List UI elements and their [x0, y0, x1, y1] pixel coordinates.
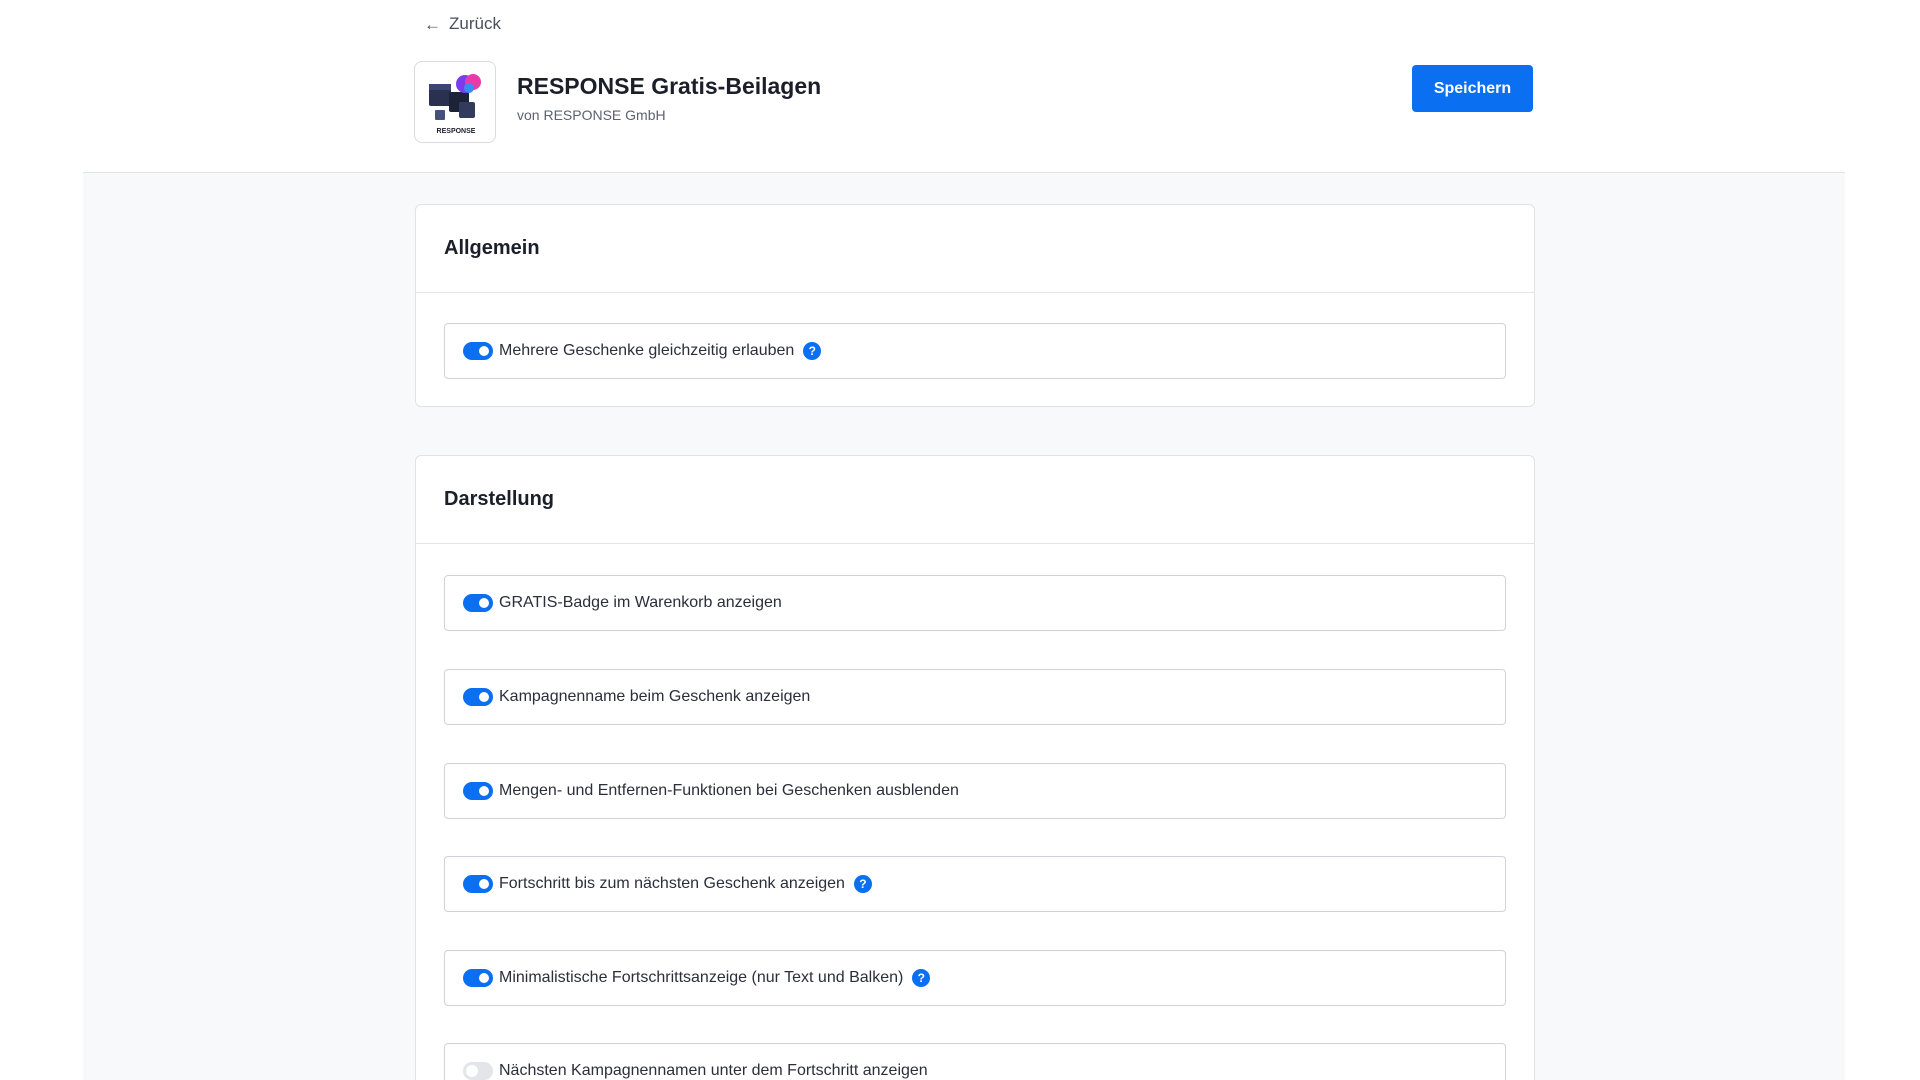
- app-vendor: von RESPONSE GmbH: [517, 107, 666, 123]
- app-logo: RESPONSE: [414, 61, 496, 143]
- card-general: Allgemein Mehrere Geschenke gleichzeitig…: [415, 204, 1535, 407]
- card-title-display: Darstellung: [444, 488, 555, 510]
- option-row: GRATIS-Badge im Warenkorb anzeigen: [444, 575, 1506, 631]
- save-button[interactable]: Speichern: [1412, 65, 1533, 112]
- toggle-switch[interactable]: [463, 688, 493, 706]
- toggle-switch[interactable]: [463, 875, 493, 893]
- toggle-switch[interactable]: [463, 1062, 493, 1080]
- option-label: Fortschritt bis zum nächsten Geschenk an…: [499, 875, 845, 892]
- card-display: Darstellung GRATIS-Badge im Warenkorb an…: [415, 455, 1535, 1080]
- back-link-label: Zurück: [449, 14, 501, 33]
- option-label: Minimalistische Fortschrittsanzeige (nur…: [499, 969, 904, 986]
- response-logo-icon: RESPONSE: [429, 74, 481, 135]
- toggle-switch[interactable]: [463, 782, 493, 800]
- page-header: ← Zurück RESPONSE RESPONSE Gratis-Beilag…: [0, 0, 1920, 172]
- page-title: RESPONSE Gratis-Beilagen: [517, 73, 822, 99]
- option-row: Kampagnenname beim Geschenk anzeigen: [444, 669, 1506, 725]
- option-label: GRATIS-Badge im Warenkorb anzeigen: [499, 594, 782, 611]
- option-label: Nächsten Kampagnennamen unter dem Fortsc…: [499, 1062, 928, 1079]
- help-icon[interactable]: ?: [853, 875, 872, 893]
- option-row: Mehrere Geschenke gleichzeitig erlauben …: [444, 323, 1506, 379]
- option-row: Fortschritt bis zum nächsten Geschenk an…: [444, 856, 1506, 912]
- back-link[interactable]: ← Zurück: [424, 14, 501, 34]
- card-header-display: Darstellung: [416, 456, 1534, 544]
- card-header-general: Allgemein: [416, 205, 1534, 293]
- arrow-left-icon: ←: [424, 14, 441, 34]
- logo-wordmark: RESPONSE: [437, 128, 476, 135]
- card-title-general: Allgemein: [444, 237, 540, 259]
- option-row: Nächsten Kampagnennamen unter dem Fortsc…: [444, 1043, 1506, 1080]
- toggle-switch[interactable]: [463, 342, 493, 360]
- option-label: Mengen- und Entfernen-Funktionen bei Ges…: [499, 782, 959, 799]
- option-label: Kampagnenname beim Geschenk anzeigen: [499, 688, 811, 705]
- toggle-switch[interactable]: [463, 969, 493, 987]
- help-icon[interactable]: ?: [803, 342, 822, 360]
- help-icon[interactable]: ?: [912, 969, 931, 987]
- toggle-switch[interactable]: [463, 594, 493, 612]
- option-label: Mehrere Geschenke gleichzeitig erlauben: [499, 342, 795, 359]
- option-row: Mengen- und Entfernen-Funktionen bei Ges…: [444, 763, 1506, 819]
- option-row: Minimalistische Fortschrittsanzeige (nur…: [444, 950, 1506, 1006]
